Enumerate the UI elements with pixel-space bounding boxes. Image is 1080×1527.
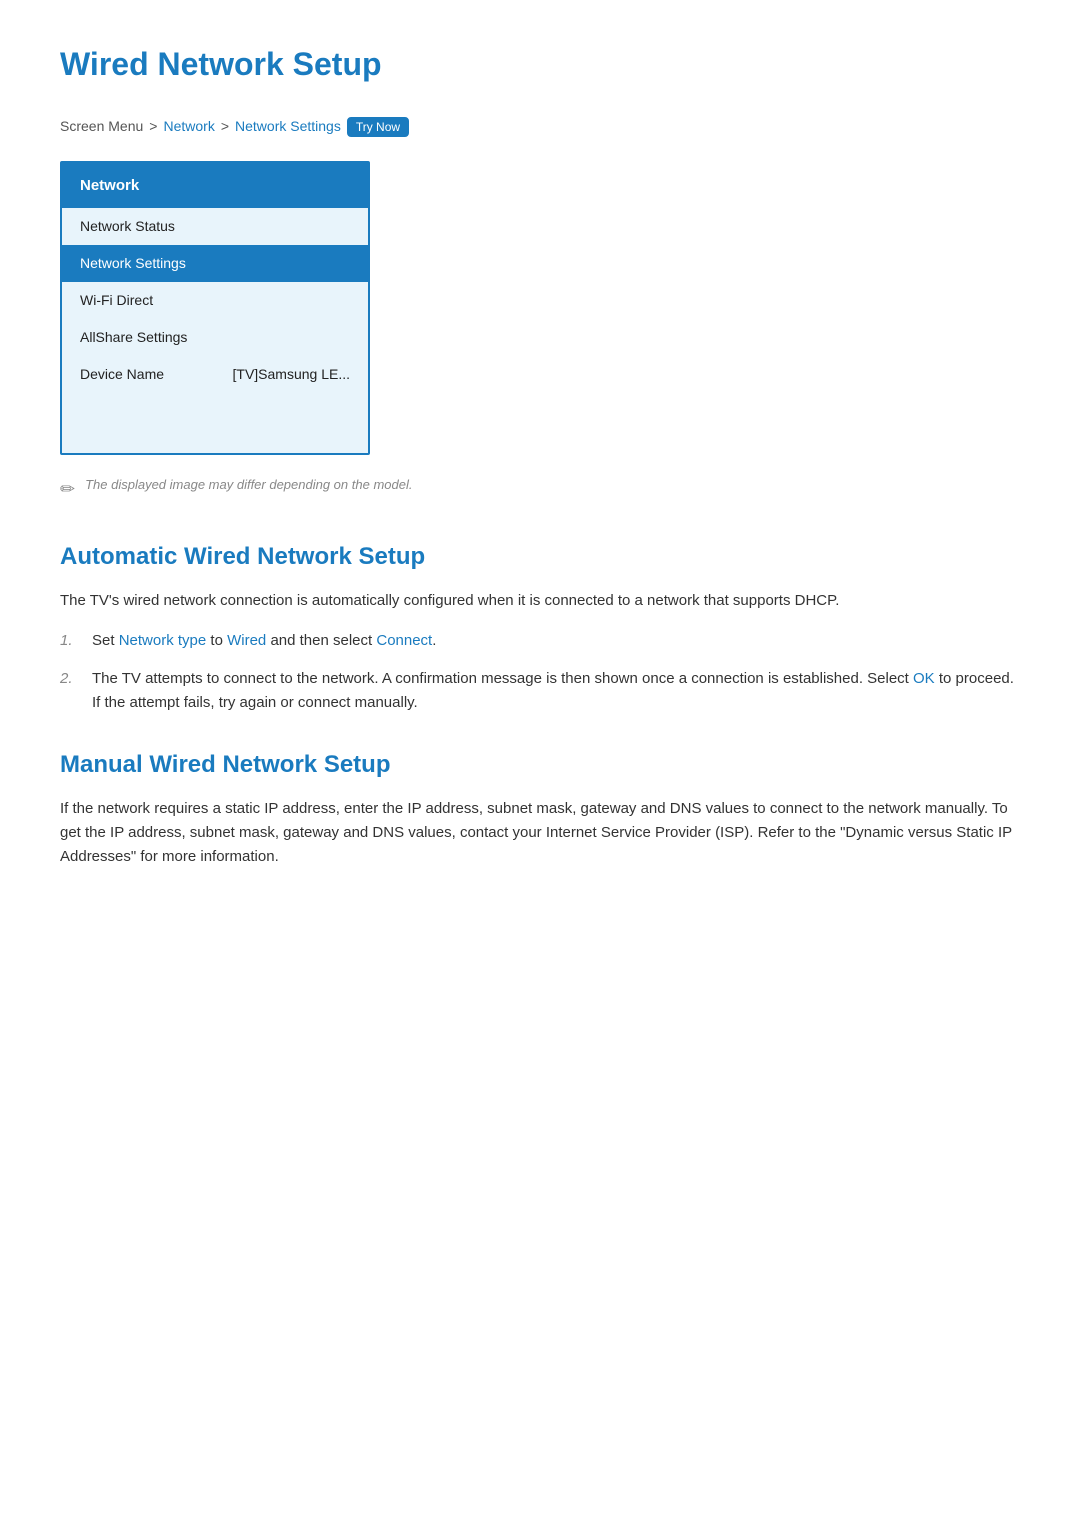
menu-item-label: Device Name <box>80 364 164 385</box>
step-1-to: to <box>210 632 227 649</box>
automatic-intro: The TV's wired network connection is aut… <box>60 589 1020 613</box>
manual-section-title: Manual Wired Network Setup <box>60 747 1020 783</box>
pencil-icon: ✏ <box>60 476 75 503</box>
steps-list: 1. Set Network type to Wired and then se… <box>60 629 1020 715</box>
breadcrumb-network[interactable]: Network <box>163 116 214 137</box>
step-1: 1. Set Network type to Wired and then se… <box>60 629 1020 653</box>
menu-item-allshare-settings[interactable]: AllShare Settings <box>62 319 368 356</box>
step-2: 2. The TV attempts to connect to the net… <box>60 667 1020 715</box>
manual-section: Manual Wired Network Setup If the networ… <box>60 747 1020 869</box>
menu-item-label: Network Settings <box>80 253 186 274</box>
step-1-period: . <box>432 632 436 649</box>
step-1-text: Set Network type to Wired and then selec… <box>92 629 1020 653</box>
step-2-text: The TV attempts to connect to the networ… <box>92 667 1020 715</box>
step-2-before: The TV attempts to connect to the networ… <box>92 670 913 687</box>
page-title: Wired Network Setup <box>60 40 1020 88</box>
step-2-ok: OK <box>913 670 935 687</box>
manual-body: If the network requires a static IP addr… <box>60 797 1020 869</box>
try-now-button[interactable]: Try Now <box>347 117 409 137</box>
menu-item-label: Network Status <box>80 216 175 237</box>
step-1-then: and then select <box>270 632 376 649</box>
breadcrumb-screen-menu: Screen Menu <box>60 116 143 137</box>
menu-item-value: [TV]Samsung LE... <box>233 364 351 385</box>
menu-spacer <box>62 393 368 453</box>
menu-item-label: AllShare Settings <box>80 327 187 348</box>
automatic-section-title: Automatic Wired Network Setup <box>60 539 1020 575</box>
note-text: The displayed image may differ depending… <box>85 475 412 495</box>
step-1-number: 1. <box>60 629 78 653</box>
breadcrumb-sep1: > <box>149 116 157 137</box>
breadcrumb-sep2: > <box>221 116 229 137</box>
menu-item-network-status[interactable]: Network Status <box>62 208 368 245</box>
menu-item-wi-fi-direct[interactable]: Wi-Fi Direct <box>62 282 368 319</box>
step-1-network-type: Network type <box>119 632 207 649</box>
menu-item-label: Wi-Fi Direct <box>80 290 153 311</box>
menu-panel-title: Network <box>62 163 368 208</box>
breadcrumb-network-settings[interactable]: Network Settings <box>235 116 341 137</box>
menu-item-device-name[interactable]: Device Name [TV]Samsung LE... <box>62 356 368 393</box>
network-menu-panel: Network Network Status Network Settings Wi… <box>60 161 370 455</box>
menu-item-network-settings[interactable]: Network Settings <box>62 245 368 282</box>
breadcrumb: Screen Menu > Network > Network Settings… <box>60 116 1020 137</box>
step-2-number: 2. <box>60 667 78 715</box>
step-1-connect: Connect <box>376 632 432 649</box>
note-row: ✏ The displayed image may differ dependi… <box>60 475 1020 503</box>
step-1-wired: Wired <box>227 632 266 649</box>
